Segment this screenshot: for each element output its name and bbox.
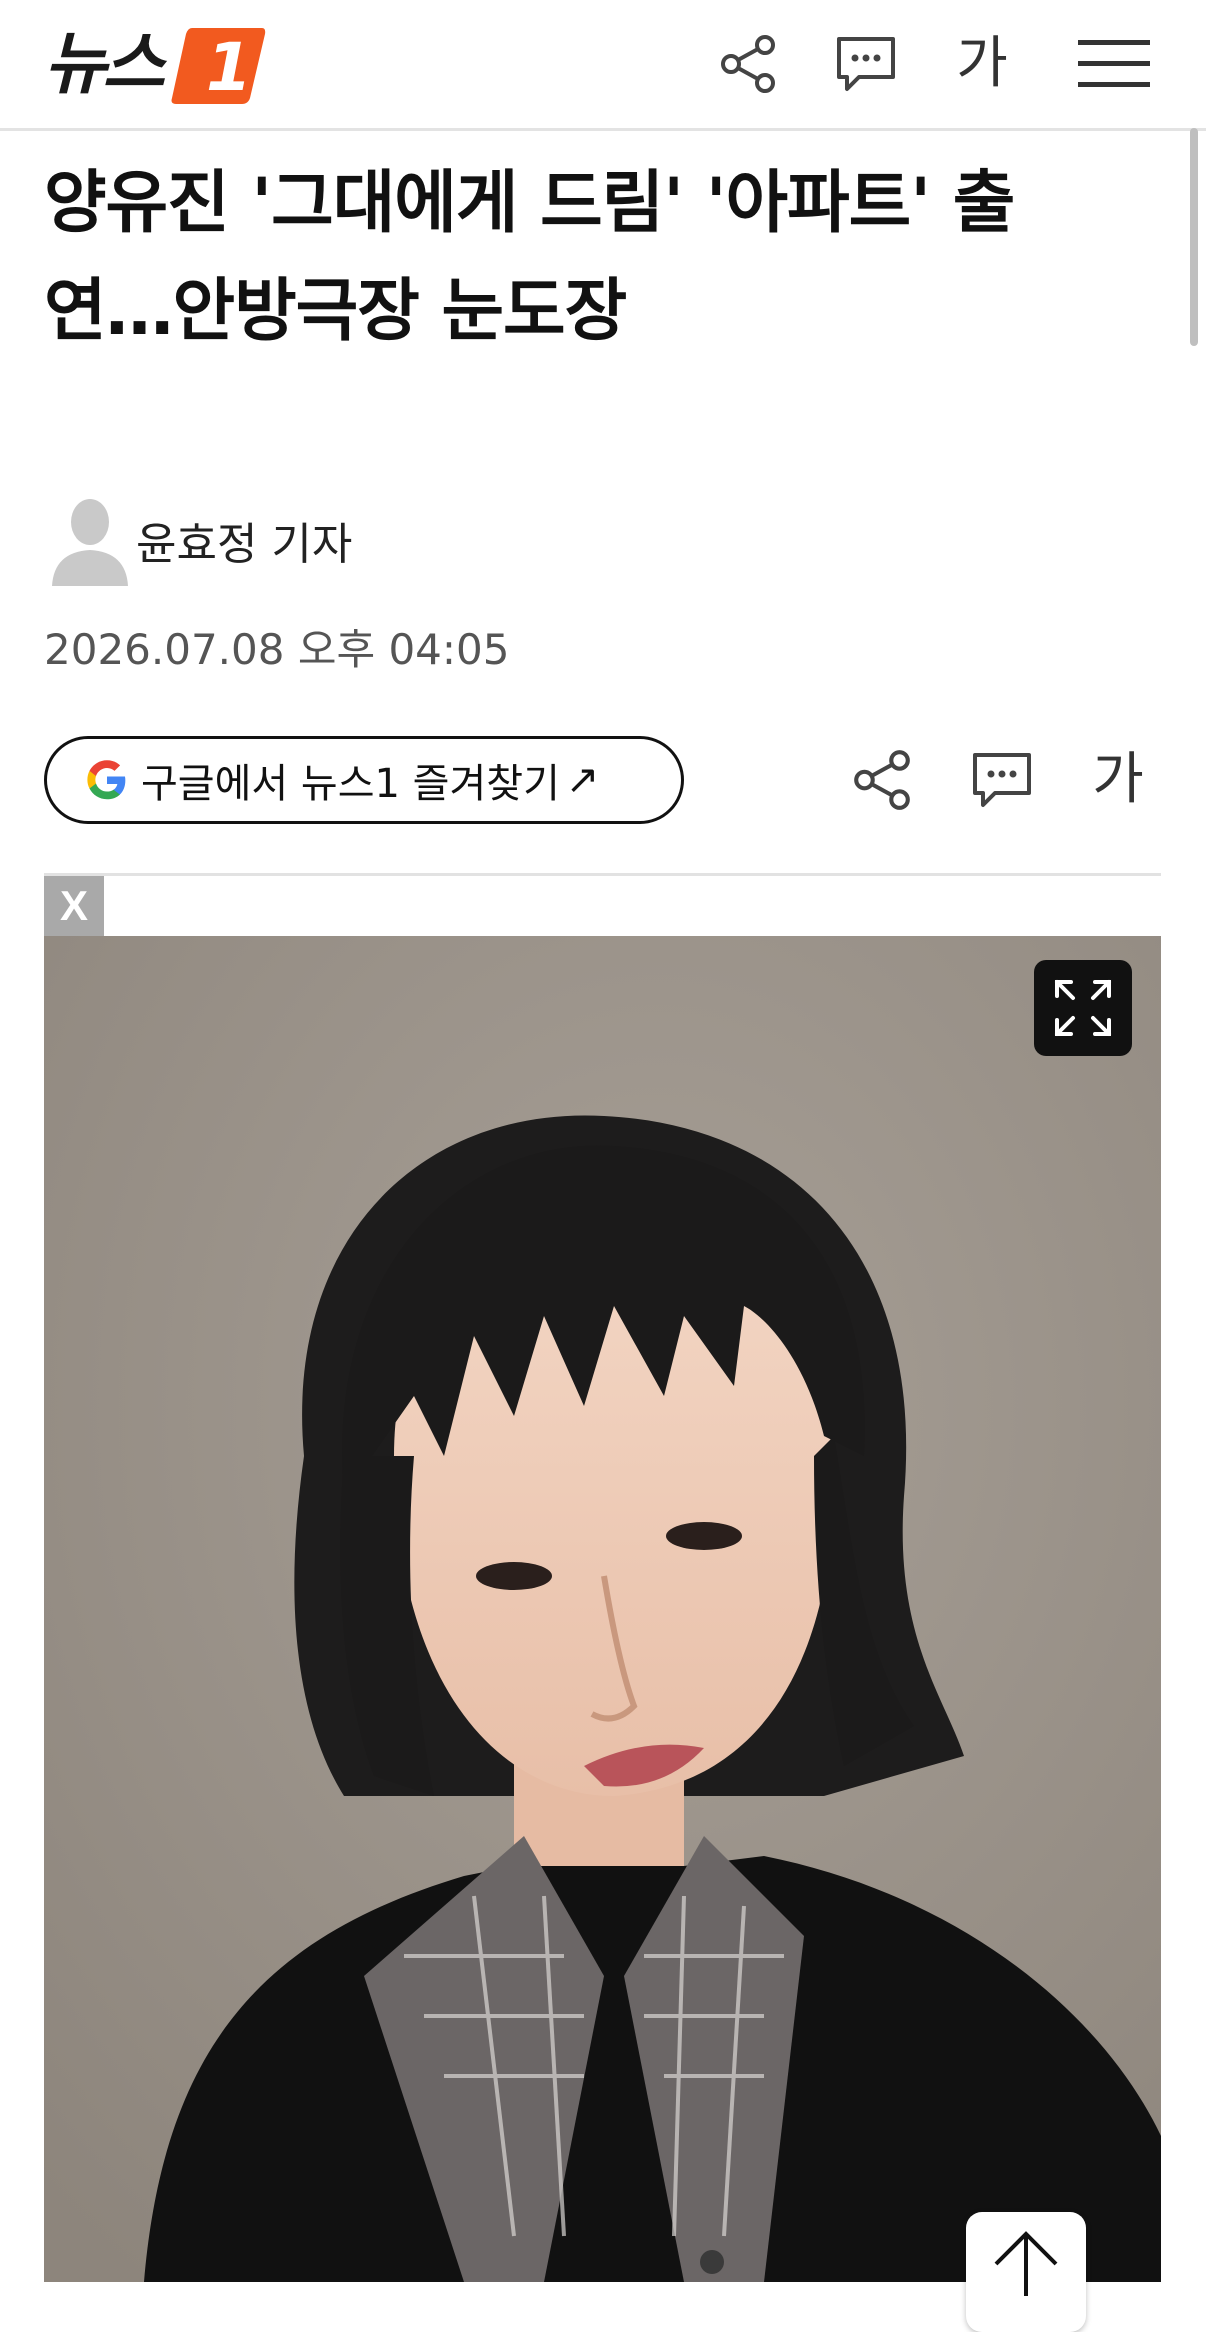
title-line-1: 양유진 '그대에게 드림' '아파트' 출 <box>44 164 1015 243</box>
google-favorite-button[interactable]: 구글에서 뉴스1 즐겨찾기 ↗ <box>44 736 684 824</box>
share-icon[interactable] <box>710 26 786 102</box>
article-title: 양유진 '그대에게 드림' '아파트' 출 연…안방극장 눈도장 <box>44 150 1144 366</box>
article-comment-icon[interactable] <box>962 740 1042 820</box>
arrow-up-icon <box>994 2231 1058 2296</box>
article-font-size-icon[interactable]: 가 <box>1078 740 1158 820</box>
google-icon <box>87 760 126 800</box>
portrait-illustration <box>44 936 1161 2282</box>
google-button-label: 구글에서 뉴스1 즐겨찾기 <box>141 761 560 807</box>
expand-icon[interactable] <box>1034 960 1132 1056</box>
comment-icon[interactable] <box>828 26 904 102</box>
publish-date: 2026.07.08 오후 04:05 <box>44 625 510 674</box>
external-arrow-icon: ↗ <box>565 757 600 803</box>
article-share-icon[interactable] <box>842 740 922 820</box>
top-header: 뉴스 1 가 <box>0 0 1206 131</box>
logo-text: 뉴스 <box>44 25 165 104</box>
logo-badge-text: 1 <box>206 29 252 106</box>
section-divider <box>44 873 1161 876</box>
avatar <box>52 499 128 586</box>
author-name[interactable]: 윤효정 기자 <box>136 508 352 572</box>
scroll-to-top-button[interactable] <box>966 2212 1086 2332</box>
scrollbar[interactable] <box>1190 128 1198 346</box>
article-photo[interactable] <box>44 936 1161 2282</box>
font-size-icon[interactable]: 가 <box>944 26 1020 102</box>
news1-logo[interactable]: 뉴스 1 <box>44 22 266 108</box>
ad-close-button[interactable]: X <box>44 876 104 936</box>
title-line-2: 연…안방극장 눈도장 <box>44 272 627 351</box>
author-info: 윤효정 기자 <box>44 494 352 586</box>
font-size-label: 가 <box>956 31 1008 96</box>
article-font-size-label: 가 <box>1092 747 1144 812</box>
menu-icon[interactable] <box>1076 26 1152 102</box>
